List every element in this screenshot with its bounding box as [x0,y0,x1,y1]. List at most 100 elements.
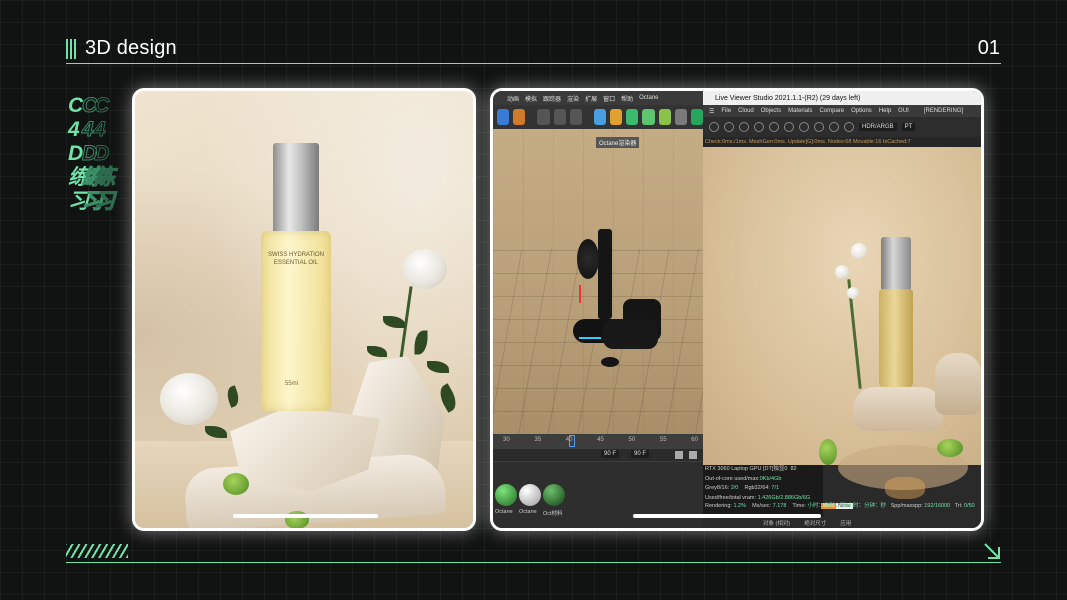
octane-icon[interactable] [690,109,704,125]
frame-field-start[interactable]: 90 F [601,450,620,458]
scroll-indicator[interactable] [233,514,378,518]
c4d-menu-simulate[interactable]: 模拟 [525,94,537,103]
stat-value: 7/1 [771,485,780,491]
lv-menu-help[interactable]: Help [879,108,891,114]
side-char-lian: 练练练 [68,166,116,190]
stop-icon[interactable] [754,122,764,132]
frame-field-end[interactable]: 90 F [631,450,650,458]
pause-icon[interactable] [739,122,749,132]
coords-object-select[interactable]: 对象 (相对) [763,519,790,527]
color-mode-select[interactable]: HDR/ARGB [859,123,897,131]
kernel-select[interactable]: PT [901,123,916,131]
gear-icon[interactable] [674,109,687,125]
refresh-icon[interactable] [724,122,734,132]
c4d-menu-extensions[interactable]: 扩展 [585,94,597,103]
header-bars-icon [66,39,78,59]
render-stone-right [935,353,981,415]
region-icon[interactable] [814,122,824,132]
render-rose [835,265,849,279]
stat-label: Spp/maxspp: [890,503,923,509]
step-back-icon[interactable] [689,451,697,459]
tick: 55 [659,437,667,443]
tick: 50 [628,437,636,443]
c4d-menu-octane[interactable]: Octane [639,95,658,101]
side-char-xi: 习习习 [68,190,116,214]
lv-menu-gui[interactable]: GUI [898,108,909,114]
pen-icon[interactable] [610,109,623,125]
gpu-value: 82 [790,466,797,472]
rose-model[interactable] [577,239,599,279]
material-ball-white[interactable] [519,484,541,506]
stat-value: 0Kb/4Gb [759,475,782,482]
stat-value: 1.426Gb/2.886Gb/6G [757,494,811,501]
material-label: Octane [495,509,513,515]
page-title: 3D design [85,37,177,59]
lv-menu-options[interactable]: Options [851,108,872,114]
material-ball-leaf[interactable] [543,484,565,506]
header-divider [66,63,1001,64]
subdivision-icon[interactable] [626,109,639,125]
lv-menu-compare[interactable]: Compare [819,108,844,114]
stat-value: 7.178 [772,503,787,509]
render-view-icon[interactable] [553,109,566,125]
settings-icon[interactable] [709,122,719,132]
lime-model[interactable] [601,357,619,367]
c4d-menu-bar: 动画 模拟 跟踪器 渲染 扩展 窗口 帮助 Octane [493,91,703,105]
c4d-z-icon[interactable] [497,109,510,125]
generator-icon[interactable] [642,109,655,125]
axis-y-handle[interactable] [579,285,581,303]
render-region-icon[interactable] [513,109,526,125]
go-to-start-icon[interactable] [675,451,683,459]
color-picker-icon[interactable] [799,122,809,132]
material-ball-green[interactable] [495,484,517,506]
bottle-cap [273,143,319,235]
scroll-indicator[interactable] [633,514,821,518]
c4d-viewport[interactable] [493,129,703,434]
stat-value: 1.2% [733,503,746,509]
c4d-menu-window[interactable]: 窗口 [603,94,615,103]
arrow-down-right-icon [984,543,1000,559]
render-oil-drop [885,477,925,499]
tick: 60 [691,437,698,443]
stat-label: Out-of-core used/max: [705,475,760,482]
render-stone [853,387,943,431]
playhead[interactable] [569,435,575,447]
coords-size-select[interactable]: 绝对尺寸 [804,519,826,527]
rendering-status: [RENDERING] [923,108,964,114]
hamburger-icon[interactable]: ☰ [709,108,714,115]
live-viewer-toolbar: HDR/ARGB PT [703,117,981,137]
apply-button[interactable]: 应用 [840,519,851,527]
product-photo-panel: SWISS HYDRATION ESSENTIAL OIL 55ml [132,88,476,531]
side-char-4: 444 [68,118,106,142]
lv-menu-file[interactable]: File [721,108,731,114]
c4d-toolbar [493,105,704,129]
deformer-icon[interactable] [658,109,671,125]
bottle-model[interactable] [598,229,612,319]
render-icon[interactable] [769,122,779,132]
cube-icon[interactable] [593,109,607,125]
c4d-menu-render[interactable]: 渲染 [567,94,579,103]
live-viewer-menu: ☰ File Cloud Objects Materials Compare O… [703,105,981,117]
render-settings-icon[interactable] [569,109,582,125]
lock-icon[interactable] [784,122,794,132]
focus-icon[interactable] [829,122,839,132]
material-label: Octane [519,509,537,515]
stat-label: Grey8/16: [705,485,730,491]
stat-value: 0/50 [964,503,975,509]
timeline-controls: 90 F 90 F [493,449,703,461]
c4d-menu-tracker[interactable]: 跟踪器 [543,94,561,103]
clapper-icon[interactable] [537,109,550,125]
stone-model-rear[interactable] [603,319,658,349]
lv-menu-materials[interactable]: Materials [788,108,812,114]
attribute-strip: 对象 (相对) 绝对尺寸 应用 [703,517,981,528]
film-icon[interactable] [844,122,854,132]
c4d-menu-help[interactable]: 帮助 [621,94,633,103]
stat-label: Time: [792,503,806,509]
lv-menu-cloud[interactable]: Cloud [738,108,754,114]
viewport-label: Octane渲染器 [596,137,640,148]
axis-x-handle[interactable] [579,337,601,339]
tick: 45 [597,437,604,443]
render-view[interactable] [703,147,981,499]
c4d-menu-animation[interactable]: 动画 [507,94,519,103]
lv-menu-objects[interactable]: Objects [761,108,781,114]
